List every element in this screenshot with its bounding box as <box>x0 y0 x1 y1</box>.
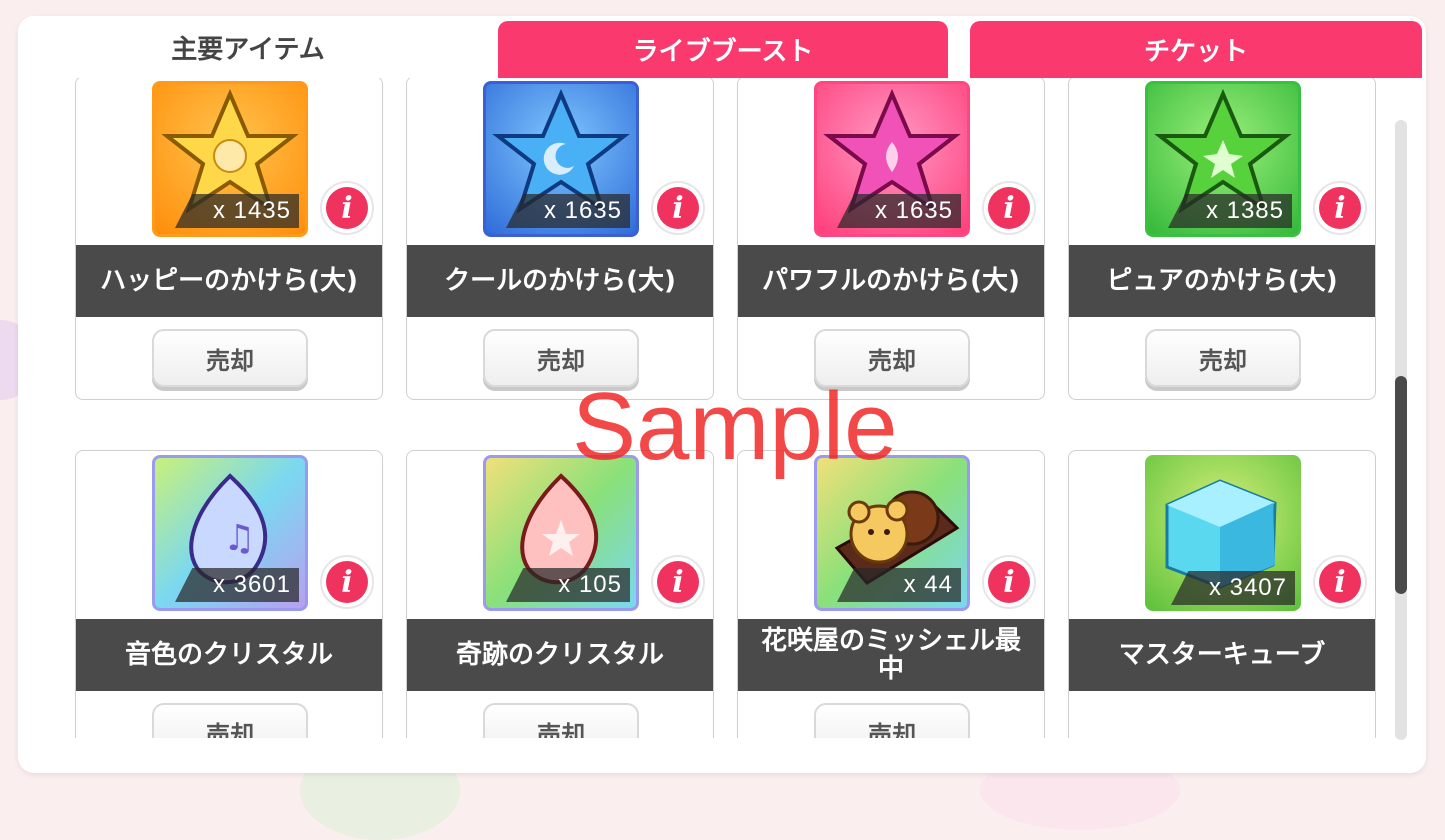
master-cube-icon: x 3407 <box>1145 455 1301 611</box>
item-card: x 3407 i マスターキューブ <box>1068 450 1376 738</box>
svg-text:♫: ♫ <box>223 518 255 559</box>
sample-watermark: Sample <box>572 373 898 480</box>
info-icon: i <box>326 561 368 603</box>
scrollbar-thumb[interactable] <box>1395 376 1407 594</box>
info-button[interactable]: i <box>982 181 1036 235</box>
tab-main-items[interactable]: 主要アイテム <box>18 16 478 78</box>
item-name: パワフルのかけら(大) <box>738 245 1044 317</box>
quantity-badge: x 1635 <box>506 194 630 228</box>
info-button[interactable]: i <box>320 181 374 235</box>
item-name: マスターキューブ <box>1069 619 1375 691</box>
item-card: x 44 i 花咲屋のミッシェル最中 売却 <box>737 450 1045 738</box>
pure-star-icon: x 1385 <box>1145 81 1301 237</box>
item-name: ピュアのかけら(大) <box>1069 245 1375 317</box>
item-name: 花咲屋のミッシェル最中 <box>738 619 1044 691</box>
info-button[interactable]: i <box>1313 181 1367 235</box>
quantity-badge: x 3601 <box>175 568 299 602</box>
info-button[interactable]: i <box>982 555 1036 609</box>
tab-live-boost[interactable]: ライブブースト <box>498 21 948 78</box>
info-button[interactable]: i <box>1313 555 1367 609</box>
info-button[interactable]: i <box>651 555 705 609</box>
info-button[interactable]: i <box>651 181 705 235</box>
sell-button[interactable]: 売却 <box>1145 329 1301 387</box>
info-icon: i <box>657 561 699 603</box>
quantity-badge: x 1635 <box>837 194 961 228</box>
sell-button[interactable]: 売却 <box>814 703 970 738</box>
sell-button[interactable]: 売却 <box>483 703 639 738</box>
item-name: クールのかけら(大) <box>407 245 713 317</box>
cool-star-icon: x 1635 <box>483 81 639 237</box>
tone-crystal-icon: ♫ x 3601 <box>152 455 308 611</box>
item-name: 奇跡のクリスタル <box>407 619 713 691</box>
item-card: ♫ x 3601 i 音色のクリスタル 売却 <box>75 450 383 738</box>
item-card: x 1435 i ハッピーのかけら(大) 売却 <box>75 78 383 400</box>
quantity-badge: x 44 <box>837 568 961 602</box>
quantity-badge: x 1385 <box>1168 194 1292 228</box>
item-card: x 1635 i パワフルのかけら(大) 売却 <box>737 78 1045 400</box>
powerful-star-icon: x 1635 <box>814 81 970 237</box>
tab-tickets[interactable]: チケット <box>970 21 1422 78</box>
info-icon: i <box>1319 561 1361 603</box>
quantity-badge: x 105 <box>506 568 630 602</box>
info-icon: i <box>1319 187 1361 229</box>
item-name: 音色のクリスタル <box>76 619 382 691</box>
item-card: x 1635 i クールのかけら(大) 売却 <box>406 78 714 400</box>
sell-button[interactable]: 売却 <box>152 703 308 738</box>
info-icon: i <box>657 187 699 229</box>
item-name: ハッピーのかけら(大) <box>76 245 382 317</box>
quantity-badge: x 3407 <box>1171 571 1295 605</box>
item-card: x 105 i 奇跡のクリスタル 売却 <box>406 450 714 738</box>
quantity-badge: x 1435 <box>175 194 299 228</box>
info-icon: i <box>988 187 1030 229</box>
tab-bar: 主要アイテム ライブブースト チケット <box>18 16 1426 78</box>
happy-star-icon: x 1435 <box>152 81 308 237</box>
info-icon: i <box>988 561 1030 603</box>
item-card: x 1385 i ピュアのかけら(大) 売却 <box>1068 78 1376 400</box>
info-button[interactable]: i <box>320 555 374 609</box>
info-icon: i <box>326 187 368 229</box>
sell-button[interactable]: 売却 <box>152 329 308 387</box>
